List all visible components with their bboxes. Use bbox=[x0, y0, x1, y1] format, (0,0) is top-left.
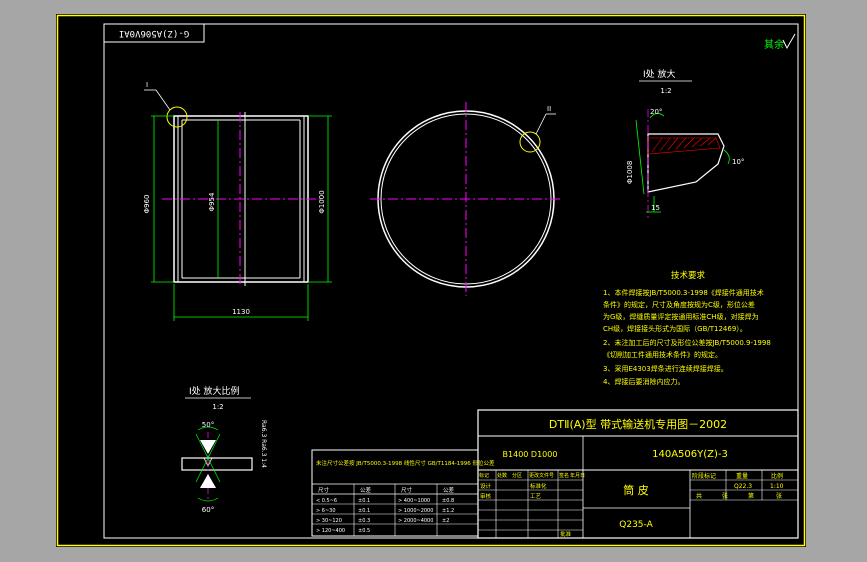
label-I-left: I bbox=[146, 81, 148, 89]
roughness-symbol bbox=[782, 33, 796, 50]
tol-cell: ±0.3 bbox=[358, 518, 370, 524]
tech-title: 技术要求 bbox=[671, 270, 706, 281]
row-label: 年月日 bbox=[570, 472, 585, 479]
tech-line-2: 条件》的规定，尺寸及角度按规为C级，形位公差 bbox=[603, 300, 755, 309]
angle-60: 60° bbox=[202, 506, 214, 514]
dim-d-outer: Φ960 bbox=[143, 195, 151, 214]
tol-cell: > 6~30 bbox=[316, 508, 336, 514]
drawing-canvas: G-(Z)A506V0AI 其余 I Φ960 Φ954 Φ1000 1130 … bbox=[56, 14, 806, 547]
scale-value: 1:10 bbox=[770, 483, 784, 490]
tech-line-6: 《切削加工件通用技术条件》的规定。 bbox=[603, 350, 722, 359]
weld-side-note: Ra6.3 Ra6.3 1:4 bbox=[260, 420, 267, 468]
sheet-label: 共 bbox=[696, 492, 702, 500]
detail-view-title: I处 放大 bbox=[643, 68, 676, 80]
drawing-number: 140A506Y(Z)-3 bbox=[652, 449, 728, 460]
tech-line-1: 1、本件焊接按JB/T5000.3-1998《焊接件通用技术 bbox=[603, 288, 764, 297]
cad-drawing: G-(Z)A506V0AI 其余 I Φ960 Φ954 Φ1000 1130 … bbox=[56, 14, 806, 547]
sheet-label: 张 bbox=[722, 492, 728, 500]
angle-side: 10° bbox=[732, 158, 744, 166]
sign-label: 设计 bbox=[480, 482, 492, 490]
part-name: 筒 皮 bbox=[623, 483, 649, 497]
tol-cell: ±0.1 bbox=[358, 508, 370, 514]
tech-line-5: 2、未注加工后的尺寸及形位公差按JB/T5000.9-1998 bbox=[603, 338, 771, 347]
sign-label: 审核 bbox=[480, 492, 492, 500]
sheet-label: 第 bbox=[748, 492, 754, 500]
cylinder-end-view bbox=[370, 102, 562, 296]
tol-cell: < 0.5~6 bbox=[316, 498, 337, 504]
tol-cell: > 120~400 bbox=[316, 528, 345, 534]
tol-cell: ±0.8 bbox=[442, 498, 454, 504]
weld-view-title: I处 放大比例 bbox=[189, 385, 240, 397]
tol-cell: > 2000~4000 bbox=[398, 518, 433, 524]
dim-small: 15 bbox=[651, 204, 660, 212]
tol-cell: > 30~120 bbox=[316, 518, 342, 524]
row-label: 标记 bbox=[479, 472, 489, 479]
row-label: 更改文件号 bbox=[529, 472, 554, 479]
tech-requirements: 技术要求 1、本件焊接按JB/T5000.3-1998《焊接件通用技术 条件》的… bbox=[603, 270, 771, 386]
tech-line-4: CH级，焊接接头形式为国际（GB/T12469）。 bbox=[603, 324, 747, 333]
sign-label: 批准 bbox=[560, 530, 572, 538]
dim-d-inner: Φ954 bbox=[208, 192, 216, 211]
tech-line-7: 3、采用E4303焊条进行连续焊接焊接。 bbox=[603, 364, 728, 373]
cylinder-side-view bbox=[144, 89, 322, 286]
right-header: 阶段标记 bbox=[692, 472, 716, 480]
title-header: DTⅡ(A)型 带式输送机专用图－2002 bbox=[549, 417, 727, 431]
tol-header-4: 公差 bbox=[443, 486, 455, 494]
tol-cell: ±2 bbox=[442, 518, 449, 524]
angle-50: 50° bbox=[202, 421, 214, 429]
row-label: 处数 bbox=[497, 472, 507, 479]
label-I-right: II bbox=[547, 105, 551, 113]
tol-header-2: 公差 bbox=[360, 486, 372, 494]
dim-side: Φ1008 bbox=[626, 161, 634, 184]
row-label: 签名 bbox=[559, 472, 569, 479]
roughness-label: 其余 bbox=[764, 38, 784, 51]
tolerance-table: 未注尺寸公差按 JB/T5000.3-1998 线性尺寸 GB/T1184-19… bbox=[311, 449, 495, 537]
detail-view-scale: 1:2 bbox=[660, 87, 671, 95]
code-stamp: G-(Z)A506V0AI bbox=[119, 28, 189, 38]
sign-label: 标准化 bbox=[530, 482, 547, 490]
angle-top: 20° bbox=[650, 108, 662, 116]
row-label: 分区 bbox=[512, 472, 522, 479]
tolerance-note: 未注尺寸公差按 JB/T5000.3-1998 线性尺寸 GB/T1184-19… bbox=[316, 459, 495, 467]
tol-header-3: 尺寸 bbox=[401, 486, 413, 494]
sheet-label: 张 bbox=[776, 492, 782, 500]
dim-d-circle: Φ1000 bbox=[318, 190, 326, 213]
right-header: 重量 bbox=[736, 472, 748, 480]
tol-cell: ±0.1 bbox=[358, 498, 370, 504]
weight-value: Q22.3 bbox=[734, 483, 752, 490]
tol-cell: ±1.2 bbox=[442, 508, 454, 514]
tol-cell: > 1000~2000 bbox=[398, 508, 433, 514]
tol-cell: ±0.5 bbox=[358, 528, 370, 534]
tech-line-8: 4、焊接后要消除内应力。 bbox=[603, 377, 684, 386]
material: Q235-A bbox=[619, 520, 653, 530]
title-spec: B1400 D1000 bbox=[503, 450, 558, 459]
tol-header-1: 尺寸 bbox=[318, 486, 330, 494]
sign-label: 工艺 bbox=[530, 493, 542, 500]
tech-line-3: 为G级，焊缝质量评定按通用标准CH级，对接焊为 bbox=[603, 312, 759, 321]
right-header: 比例 bbox=[771, 472, 783, 480]
weld-detail bbox=[181, 426, 253, 502]
tol-cell: > 400~1000 bbox=[398, 498, 430, 504]
dim-length: 1130 bbox=[232, 308, 250, 316]
weld-view-scale: 1:2 bbox=[212, 403, 223, 411]
detail-view-profile bbox=[635, 109, 730, 219]
